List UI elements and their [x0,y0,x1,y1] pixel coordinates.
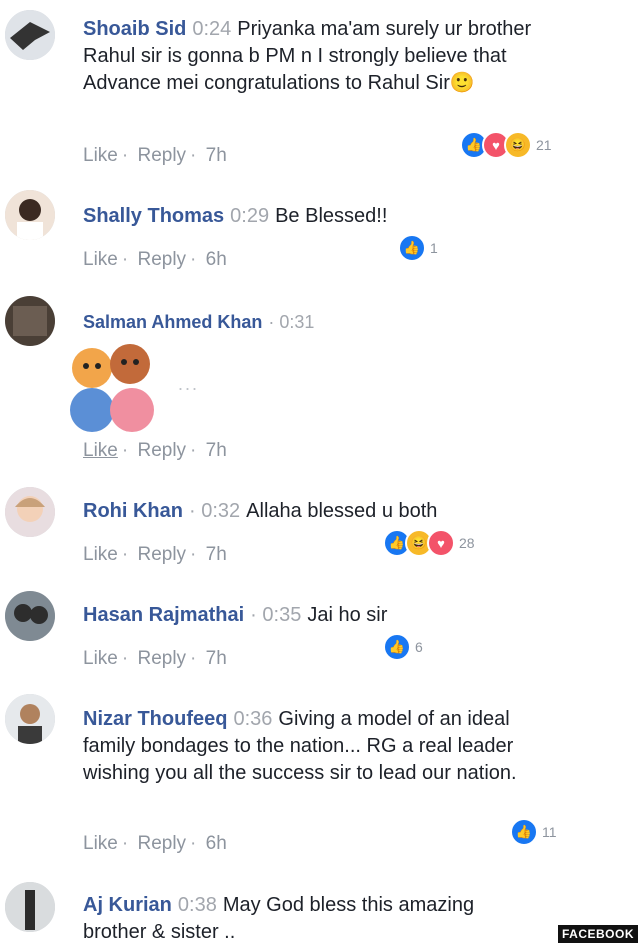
separator: · [190,833,197,854]
separator: · [190,648,197,669]
reactions[interactable]: 👍 1 [398,234,438,262]
separator: · [190,440,197,461]
sticker-image[interactable] [62,340,162,438]
like-reaction-icon: 👍 [398,234,426,262]
separator: · [121,440,129,461]
timestamp[interactable]: 0:29 [230,205,269,227]
commenter-name[interactable]: Shally Thomas [83,205,224,227]
reply-link[interactable]: Reply [137,145,186,166]
comment-text: Jai ho sir [307,604,388,626]
reaction-count: 28 [459,535,475,551]
reaction-count: 11 [542,824,557,840]
comment-text: Allaha blessed u both [246,500,438,522]
separator: · [189,500,196,522]
reply-link[interactable]: Reply [137,544,186,565]
commenter-name[interactable]: Nizar Thoufeeq [83,708,227,730]
reply-link[interactable]: Reply [137,833,186,854]
time-ago: 7h [205,544,227,565]
timestamp[interactable]: 0:31 [279,312,314,332]
laugh-reaction-icon: 😆 [504,131,532,159]
separator: · [190,249,197,270]
timestamp[interactable]: 0:36 [233,708,272,730]
like-link[interactable]: Like [83,648,118,669]
comment-text: Be Blessed!! [275,205,388,227]
avatar[interactable] [5,190,55,240]
reaction-count: 1 [430,240,438,256]
reaction-count: 6 [415,639,423,655]
timestamp[interactable]: 0:32 [201,500,240,522]
reactions[interactable]: 👍 😆 ♥ 28 [383,529,475,557]
commenter-name[interactable]: Rohi Khan [83,500,183,522]
avatar[interactable] [5,296,55,346]
reactions[interactable]: 👍 6 [383,633,423,661]
time-ago: 7h [205,648,227,669]
avatar[interactable] [5,10,55,60]
time-ago: 6h [205,249,227,270]
time-ago: 6h [205,833,227,854]
separator: · [250,604,257,626]
like-link[interactable]: Like [83,145,118,166]
like-link[interactable]: Like [83,544,118,565]
separator: · [121,145,129,166]
like-link[interactable]: Like [83,440,118,461]
commenter-name[interactable]: Aj Kurian [83,894,172,916]
like-reaction-icon: 👍 [510,818,538,846]
separator: · [121,249,129,270]
reactions[interactable]: 👍 11 [510,818,557,846]
separator: · [121,544,129,565]
separator: · [121,833,129,854]
reply-link[interactable]: Reply [137,440,186,461]
timestamp[interactable]: 0:24 [192,18,231,40]
separator: · [121,648,129,669]
sticker-dots: ... [178,374,200,394]
like-link[interactable]: Like [83,249,118,270]
avatar[interactable] [5,591,55,641]
reaction-count: 21 [536,137,552,153]
separator: · [190,145,197,166]
avatar[interactable] [5,882,55,932]
commenter-name[interactable]: Hasan Rajmathai [83,604,244,626]
avatar[interactable] [5,694,55,744]
reply-link[interactable]: Reply [137,249,186,270]
avatar[interactable] [5,487,55,537]
reply-link[interactable]: Reply [137,648,186,669]
time-ago: 7h [205,145,227,166]
separator: · [268,312,275,332]
like-link[interactable]: Like [83,833,118,854]
timestamp[interactable]: 0:35 [262,604,301,626]
facebook-watermark: FACEBOOK [557,925,638,943]
love-reaction-icon: ♥ [427,529,455,557]
commenter-name[interactable]: Salman Ahmed Khan [83,312,262,332]
commenter-name[interactable]: Shoaib Sid [83,18,186,40]
like-reaction-icon: 👍 [383,633,411,661]
separator: · [190,544,197,565]
timestamp[interactable]: 0:38 [178,894,217,916]
time-ago: 7h [205,440,227,461]
reactions[interactable]: 👍 ♥ 😆 21 [460,131,552,159]
